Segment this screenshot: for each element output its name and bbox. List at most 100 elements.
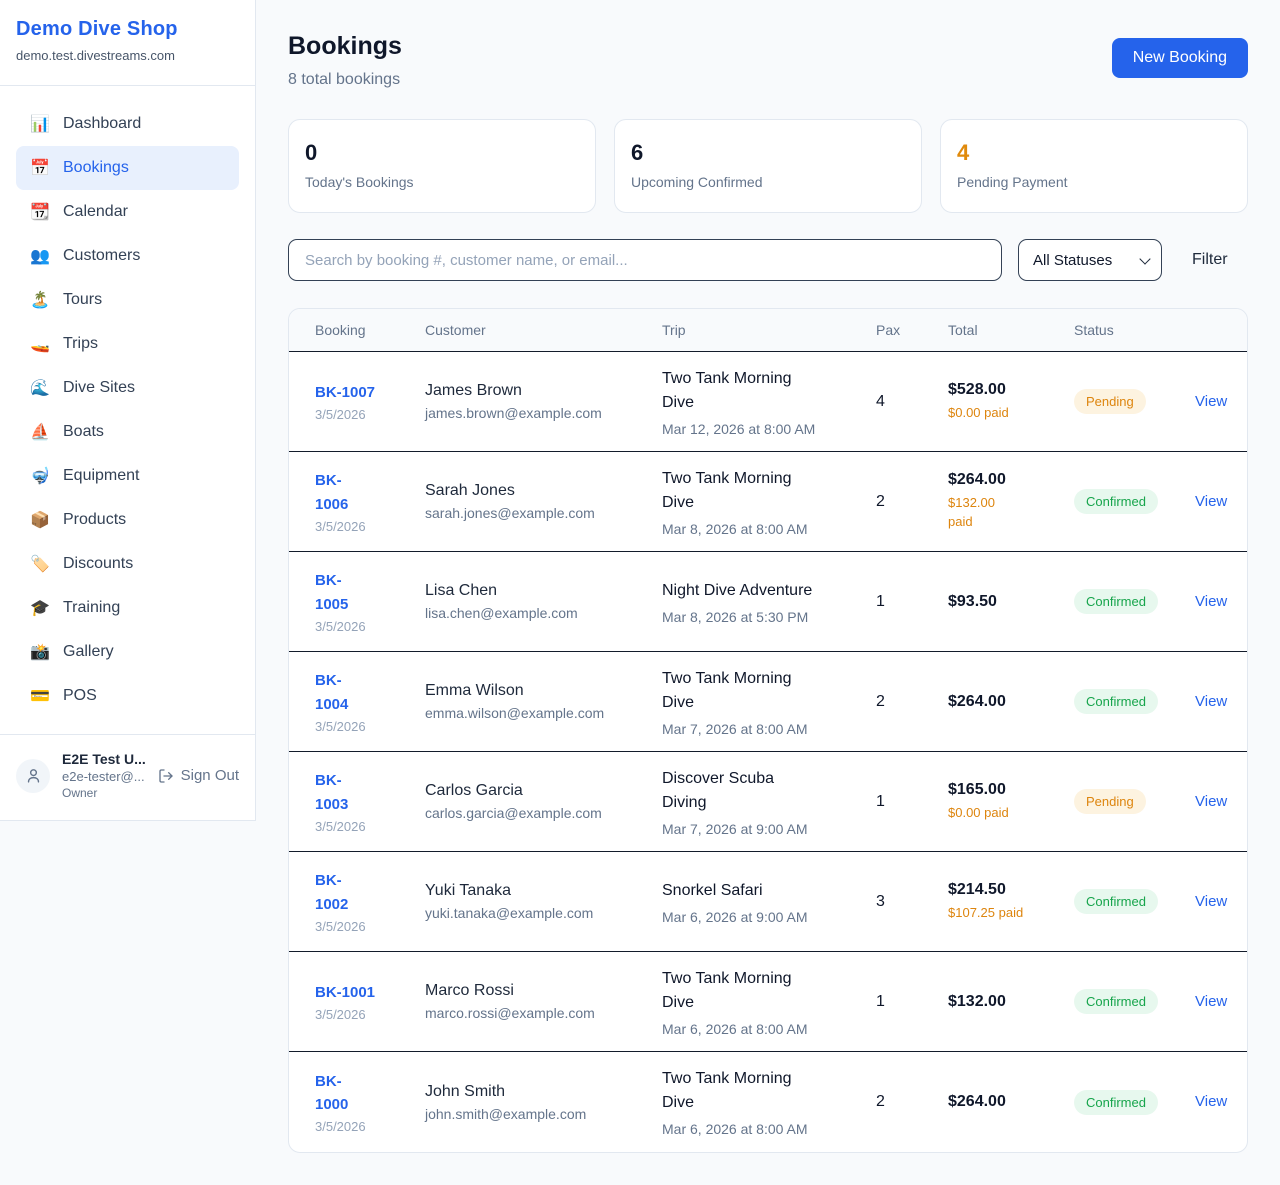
paid-amount: $0.00 paid: [948, 404, 1074, 423]
stat-label: Upcoming Confirmed: [631, 174, 905, 190]
paid-amount: $107.25 paid: [948, 904, 1074, 923]
status-filter-wrap: All Statuses: [1018, 239, 1162, 281]
booking-date: 3/5/2026: [315, 1007, 425, 1022]
trip-title: Discover Scuba Diving: [662, 767, 876, 815]
view-link[interactable]: View: [1195, 693, 1227, 710]
booking-date: 3/5/2026: [315, 719, 425, 734]
view-link[interactable]: View: [1195, 993, 1227, 1010]
sidebar-item-boats[interactable]: ⛵ Boats: [16, 410, 239, 454]
total-amount: $264.00: [948, 471, 1074, 489]
trip-title: Two Tank Morning Dive: [662, 667, 876, 715]
search-input[interactable]: [288, 239, 1002, 281]
sidebar-item-tours[interactable]: 🏝️ Tours: [16, 278, 239, 322]
table-row: BK- 1002 3/5/2026 Yuki Tanaka yuki.tanak…: [289, 852, 1247, 952]
sidebar-item-discounts[interactable]: 🏷️ Discounts: [16, 542, 239, 586]
booking-date: 3/5/2026: [315, 519, 425, 534]
brand-header[interactable]: Demo Dive Shop demo.test.divestreams.com: [0, 0, 255, 86]
view-link[interactable]: View: [1195, 393, 1227, 410]
people-icon: 👥: [30, 246, 50, 266]
booking-id-link[interactable]: BK- 1005: [315, 569, 425, 616]
booking-id-link[interactable]: BK- 1000: [315, 1070, 425, 1117]
sidebar-item-gallery[interactable]: 📸 Gallery: [16, 630, 239, 674]
booking-id-link[interactable]: BK-1007: [315, 381, 425, 404]
view-link[interactable]: View: [1195, 1093, 1227, 1110]
sidebar-item-label: POS: [63, 687, 97, 705]
booking-id-link[interactable]: BK- 1002: [315, 869, 425, 916]
sidebar-item-label: Training: [63, 599, 120, 617]
sidebar-item-label: Products: [63, 511, 126, 529]
package-icon: 📦: [30, 510, 50, 530]
total-amount: $528.00: [948, 381, 1074, 399]
pax-count: 1: [876, 593, 948, 611]
booking-date: 3/5/2026: [315, 619, 425, 634]
graduation-cap-icon: 🎓: [30, 598, 50, 618]
customer-email: james.brown@example.com: [425, 405, 662, 421]
customer-email: marco.rossi@example.com: [425, 1005, 662, 1021]
sidebar-item-label: Discounts: [63, 555, 133, 573]
table-row: BK- 1005 3/5/2026 Lisa Chen lisa.chen@ex…: [289, 552, 1247, 652]
sidebar-item-products[interactable]: 📦 Products: [16, 498, 239, 542]
bookings-table: Booking Customer Trip Pax Total Status B…: [288, 308, 1248, 1153]
sidebar-item-trips[interactable]: 🚤 Trips: [16, 322, 239, 366]
bar-chart-icon: 📊: [30, 114, 50, 134]
total-amount: $214.50: [948, 881, 1074, 899]
stat-label: Today's Bookings: [305, 174, 579, 190]
customer-name: James Brown: [425, 382, 662, 400]
customer-email: sarah.jones@example.com: [425, 505, 662, 521]
sidebar-item-dashboard[interactable]: 📊 Dashboard: [16, 102, 239, 146]
paid-amount: $0.00 paid: [948, 804, 1074, 823]
sidebar-item-label: Equipment: [63, 467, 140, 485]
booking-id-link[interactable]: BK- 1004: [315, 669, 425, 716]
calendar-icon: 📅: [30, 158, 50, 178]
wave-icon: 🌊: [30, 378, 50, 398]
trip-datetime: Mar 12, 2026 at 8:00 AM: [662, 421, 876, 437]
filter-button[interactable]: Filter: [1178, 243, 1242, 277]
tag-icon: 🏷️: [30, 554, 50, 574]
view-link[interactable]: View: [1195, 493, 1227, 510]
sidebar: Demo Dive Shop demo.test.divestreams.com…: [0, 0, 256, 821]
avatar: [16, 759, 50, 793]
booking-id-link[interactable]: BK- 1003: [315, 769, 425, 816]
trip-title: Two Tank Morning Dive: [662, 367, 876, 415]
sign-out-icon: [158, 768, 174, 784]
customer-name: Lisa Chen: [425, 582, 662, 600]
status-badge: Confirmed: [1074, 1090, 1158, 1115]
stats-row: 0 Today's Bookings 6 Upcoming Confirmed …: [288, 119, 1248, 213]
stat-card-upcoming-confirmed: 6 Upcoming Confirmed: [614, 119, 922, 213]
sidebar-item-customers[interactable]: 👥 Customers: [16, 234, 239, 278]
tearoff-calendar-icon: 📆: [30, 202, 50, 222]
sidebar-item-label: Trips: [63, 335, 98, 353]
sidebar-item-pos[interactable]: 💳 POS: [16, 674, 239, 718]
view-link[interactable]: View: [1195, 793, 1227, 810]
sidebar-item-training[interactable]: 🎓 Training: [16, 586, 239, 630]
new-booking-button[interactable]: New Booking: [1112, 38, 1248, 78]
sidebar-nav: 📊 Dashboard 📅 Bookings 📆 Calendar 👥 Cust…: [0, 86, 255, 734]
paid-amount: $132.00 paid: [948, 494, 1074, 532]
booking-date: 3/5/2026: [315, 819, 425, 834]
sidebar-item-dive-sites[interactable]: 🌊 Dive Sites: [16, 366, 239, 410]
pax-count: 2: [876, 1093, 948, 1111]
total-amount: $264.00: [948, 693, 1074, 711]
sidebar-item-bookings[interactable]: 📅 Bookings: [16, 146, 239, 190]
sailboat-icon: ⛵: [30, 422, 50, 442]
trip-datetime: Mar 7, 2026 at 8:00 AM: [662, 721, 876, 737]
sidebar-item-label: Customers: [63, 247, 140, 265]
booking-id-link[interactable]: BK- 1006: [315, 469, 425, 516]
sidebar-item-equipment[interactable]: 🤿 Equipment: [16, 454, 239, 498]
sidebar-item-calendar[interactable]: 📆 Calendar: [16, 190, 239, 234]
trip-title: Two Tank Morning Dive: [662, 967, 876, 1015]
status-badge: Confirmed: [1074, 489, 1158, 514]
view-link[interactable]: View: [1195, 893, 1227, 910]
customer-name: Emma Wilson: [425, 682, 662, 700]
customer-email: yuki.tanaka@example.com: [425, 905, 662, 921]
booking-id-link[interactable]: BK-1001: [315, 981, 425, 1004]
column-header-trip: Trip: [662, 322, 876, 338]
trip-title: Night Dive Adventure: [662, 579, 876, 603]
status-filter-select[interactable]: All Statuses: [1018, 239, 1162, 281]
trip-datetime: Mar 8, 2026 at 5:30 PM: [662, 609, 876, 625]
column-header-status: Status: [1074, 322, 1195, 338]
sign-out-button[interactable]: Sign Out: [158, 767, 239, 784]
person-icon: [25, 767, 42, 784]
trip-datetime: Mar 6, 2026 at 9:00 AM: [662, 909, 876, 925]
view-link[interactable]: View: [1195, 593, 1227, 610]
